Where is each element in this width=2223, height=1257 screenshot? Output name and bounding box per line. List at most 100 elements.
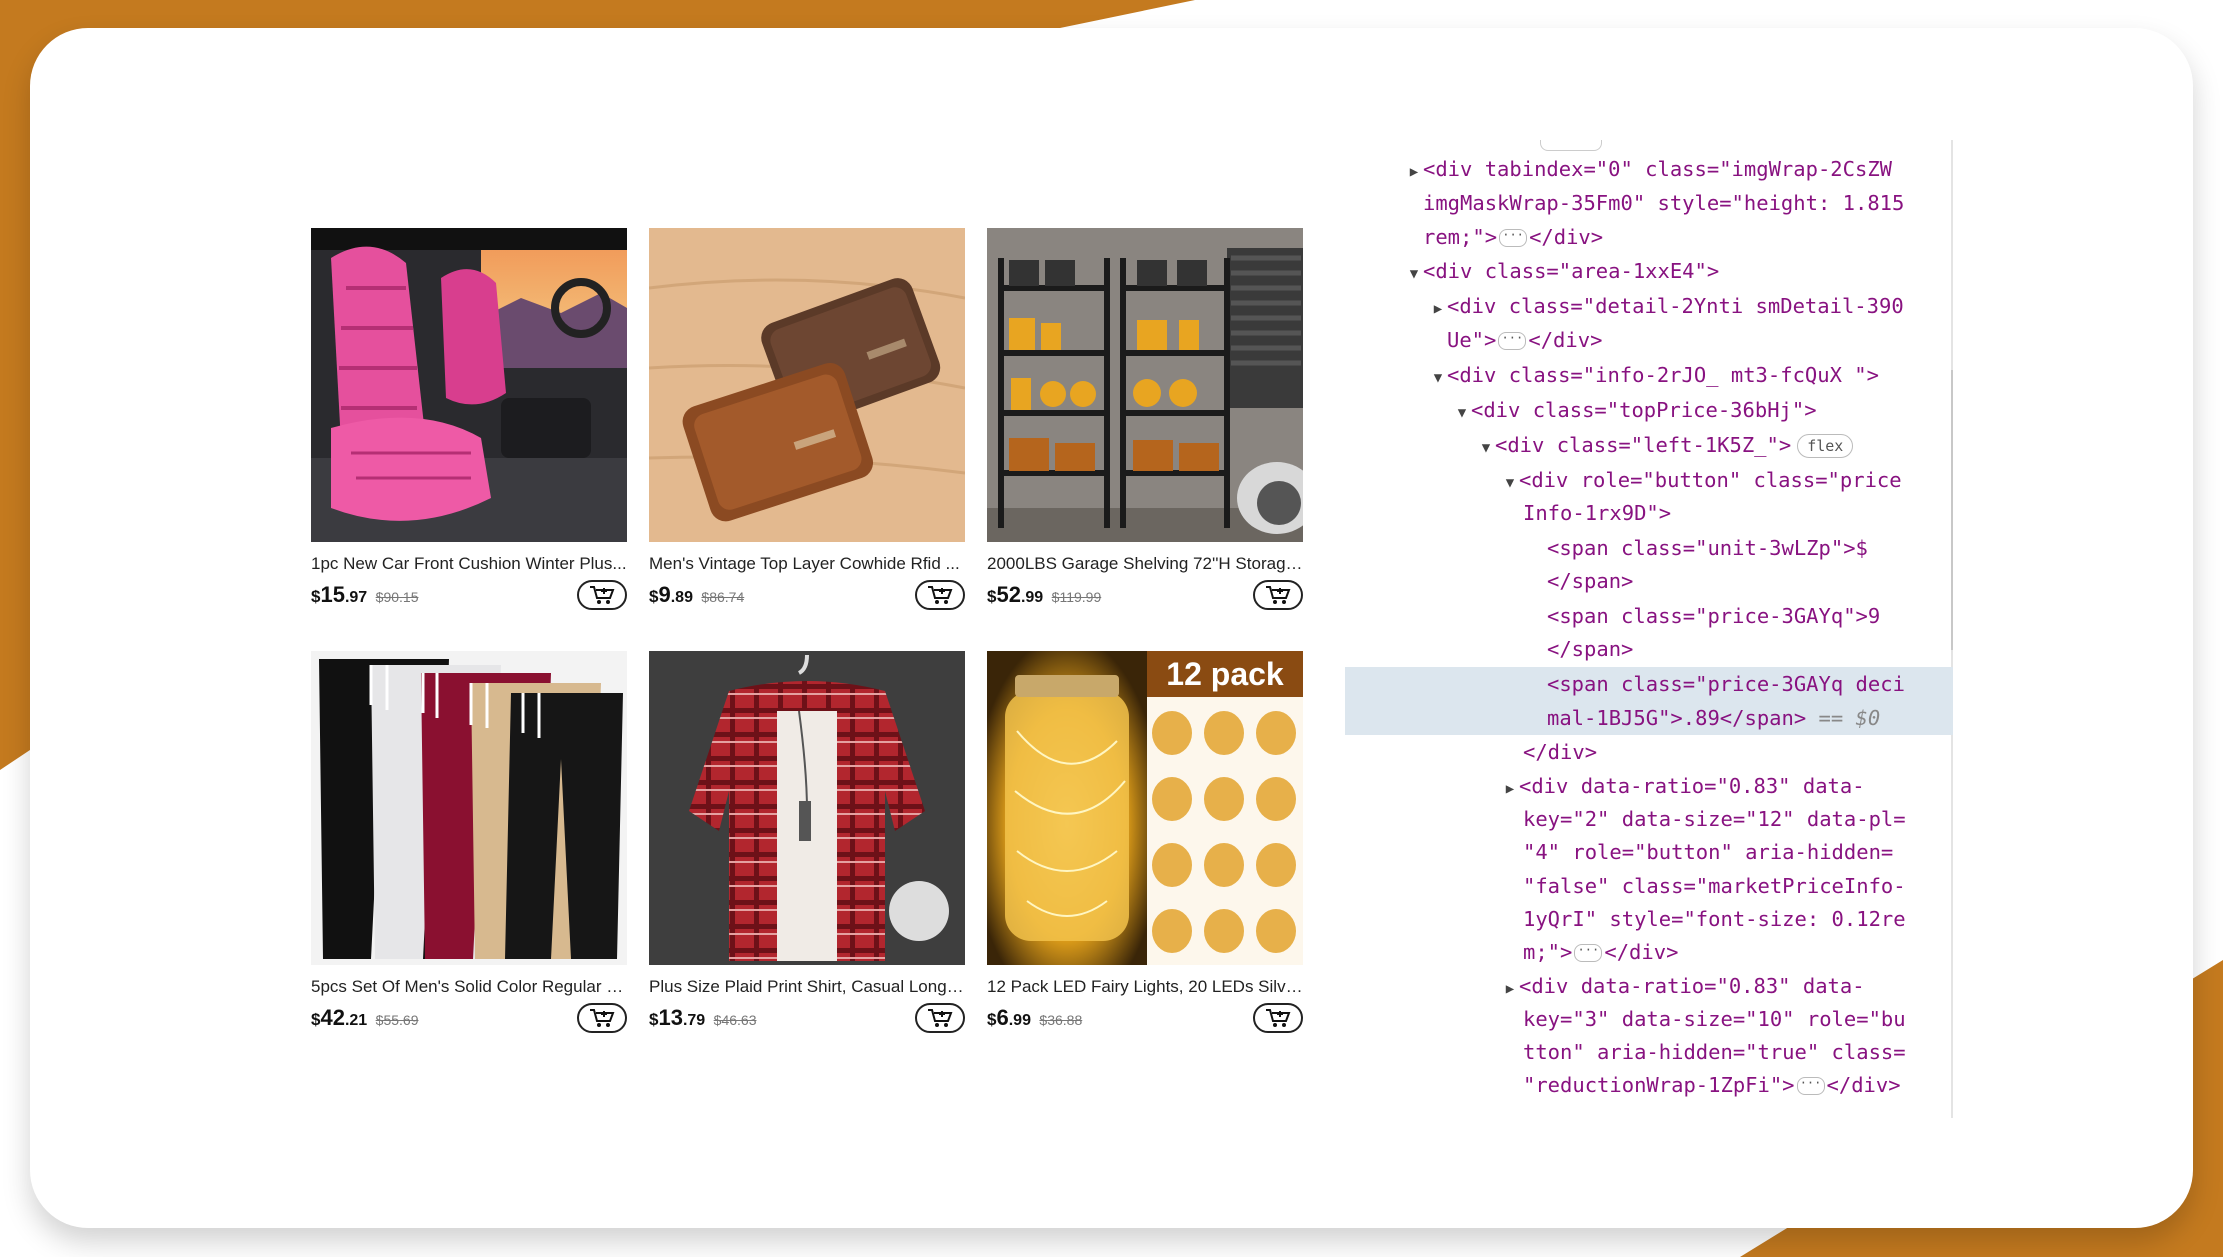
product-card[interactable]: Plus Size Plaid Print Shirt, Casual Long… <box>649 651 965 1033</box>
add-to-cart-button[interactable] <box>577 580 627 610</box>
product-title[interactable]: 12 Pack LED Fairy Lights, 20 LEDs Silver… <box>987 977 1303 997</box>
product-image-plaid-shirt[interactable] <box>649 651 965 965</box>
dom-node-line[interactable]: ▶ <div tabindex="0" class="imgWrap-2CsZW <box>1345 152 1953 186</box>
dom-node-text: </div> <box>1528 328 1603 352</box>
dom-node-line[interactable]: "4" role="button" aria-hidden= <box>1345 835 1953 869</box>
dom-node-line[interactable]: ▼ <div class="area-1xxE4"> <box>1345 254 1953 288</box>
dom-node-line[interactable]: ▶ <div data-ratio="0.83" data- <box>1345 969 1953 1003</box>
price-row: $52.99 $119.99 <box>987 580 1303 616</box>
dom-node-line[interactable]: </div> <box>1345 735 1953 769</box>
add-to-cart-button[interactable] <box>577 1003 627 1033</box>
cart-plus-icon <box>928 1009 953 1027</box>
dom-node-text: key="3" data-size="10" role="bu <box>1523 1007 1906 1031</box>
expand-arrow-icon[interactable]: ▶ <box>1405 155 1423 189</box>
expand-arrow-icon[interactable]: ▶ <box>1501 772 1519 806</box>
dom-node-line[interactable]: "reductionWrap-1ZpFi"> ··· </div> <box>1345 1068 1953 1102</box>
collapse-arrow-icon[interactable]: ▼ <box>1405 257 1423 291</box>
dom-node-text: <div data-ratio="0.83" data- <box>1519 774 1865 798</box>
dom-node-text: </span> <box>1547 637 1634 661</box>
collapse-arrow-icon[interactable]: ▼ <box>1501 466 1519 500</box>
ellipsis-icon[interactable]: ··· <box>1574 944 1603 962</box>
ellipsis-icon[interactable]: ··· <box>1498 332 1527 350</box>
dom-node-line[interactable]: ▶ <div class="detail-2Ynti smDetail-390 <box>1345 289 1953 323</box>
product-card[interactable]: 5pcs Set Of Men's Solid Color Regular F.… <box>311 651 627 1033</box>
product-title[interactable]: 5pcs Set Of Men's Solid Color Regular F.… <box>311 977 627 997</box>
original-price: $86.74 <box>701 589 745 605</box>
price-decimal: .79 <box>682 1012 706 1029</box>
price-row: $15.97 $90.15 <box>311 580 627 616</box>
dom-node-text: </div> <box>1529 225 1604 249</box>
price-decimal: .97 <box>344 589 368 606</box>
collapse-arrow-icon[interactable]: ▼ <box>1453 396 1471 430</box>
dom-node-line[interactable]: m;"> ··· </div> <box>1345 935 1953 969</box>
cart-plus-icon <box>1266 1009 1291 1027</box>
product-image-fairy-lights[interactable]: 12 pack <box>987 651 1303 965</box>
product-title[interactable]: 2000LBS Garage Shelving 72''H Storage... <box>987 554 1303 574</box>
dom-node-line-selected[interactable]: <span class="price-3GAYq deci <box>1345 667 1953 701</box>
dom-node-line[interactable]: ▼ <div class="topPrice-36bHj"> <box>1345 393 1953 427</box>
dom-node-line-selected[interactable]: mal-1BJ5G">.89</span> == $0 <box>1345 701 1953 735</box>
price-integer: 15 <box>320 582 345 607</box>
dom-node-line[interactable]: key="3" data-size="10" role="bu <box>1345 1002 1953 1036</box>
product-card[interactable]: Men's Vintage Top Layer Cowhide Rfid ...… <box>649 228 965 610</box>
dom-node-line[interactable]: tton" aria-hidden="true" class= <box>1345 1035 1953 1069</box>
dom-node-line[interactable]: <span class="price-3GAYq">9 <box>1345 599 1953 633</box>
price-integer: 9 <box>658 582 671 607</box>
dom-node-line[interactable]: ▶ <div data-ratio="0.83" data- <box>1345 769 1953 803</box>
collapse-arrow-icon[interactable]: ▼ <box>1429 361 1447 395</box>
product-card[interactable]: 1pc New Car Front Cushion Winter Plus...… <box>311 228 627 610</box>
dom-node-text: </div> <box>1826 1073 1901 1097</box>
product-title[interactable]: Plus Size Plaid Print Shirt, Casual Long… <box>649 977 965 997</box>
dom-node-line[interactable]: imgMaskWrap-35Fm0" style="height: 1.815 <box>1345 186 1953 220</box>
original-price: $90.15 <box>375 589 419 605</box>
price-row: $6.99 $36.88 <box>987 1003 1303 1039</box>
product-image-garage-shelving[interactable] <box>987 228 1303 542</box>
collapse-arrow-icon[interactable]: ▼ <box>1477 431 1495 465</box>
ellipsis-icon[interactable]: ··· <box>1796 1077 1825 1095</box>
dom-node-line[interactable]: </span> <box>1345 632 1953 666</box>
ellipsis-icon[interactable]: ··· <box>1499 229 1528 247</box>
dom-node-line[interactable]: key="2" data-size="12" data-pl= <box>1345 802 1953 836</box>
product-card[interactable]: 12 pack 12 Pack LED Fairy Lights, 20 LED… <box>987 651 1303 1033</box>
dom-node-line[interactable]: Ue"> ··· </div> <box>1345 323 1953 357</box>
dom-node-line[interactable]: Info-1rx9D"> <box>1345 496 1953 530</box>
cart-plus-icon <box>590 586 615 604</box>
original-price: $55.69 <box>375 1012 419 1028</box>
price-integer: 13 <box>658 1005 683 1030</box>
cart-plus-icon <box>590 1009 615 1027</box>
dom-node-text: Info-1rx9D"> <box>1523 501 1672 525</box>
dom-node-line[interactable]: </span> <box>1345 564 1953 598</box>
add-to-cart-button[interactable] <box>1253 1003 1303 1033</box>
expand-arrow-icon[interactable]: ▶ <box>1501 972 1519 1006</box>
dom-node-text: <div class="left-1K5Z_"> <box>1495 433 1792 457</box>
original-price: $36.88 <box>1039 1012 1083 1028</box>
dom-node-text: <div class="topPrice-36bHj"> <box>1471 398 1817 422</box>
product-card[interactable]: 2000LBS Garage Shelving 72''H Storage...… <box>987 228 1303 610</box>
pack-badge-text: 12 pack <box>1166 656 1284 692</box>
dom-node-line[interactable]: ▼ <div class="left-1K5Z_"> flex <box>1345 428 1953 462</box>
add-to-cart-button[interactable] <box>915 580 965 610</box>
original-price: $119.99 <box>1051 589 1102 605</box>
dom-node-line[interactable]: ▼ <div role="button" class="price <box>1345 463 1953 497</box>
flex-badge[interactable]: flex <box>1797 434 1854 458</box>
product-image-wallet[interactable] <box>649 228 965 542</box>
dom-node-text: <span class="price-3GAYq deci <box>1547 672 1905 696</box>
dom-node-text: <div class="detail-2Ynti smDetail-390 <box>1447 294 1904 318</box>
dom-node-line[interactable]: <span class="unit-3wLZp">$ <box>1345 531 1953 565</box>
dom-node-line[interactable]: ▼ <div class="info-2rJO_ mt3-fcQuX "> <box>1345 358 1953 392</box>
add-to-cart-button[interactable] <box>1253 580 1303 610</box>
expand-arrow-icon[interactable]: ▶ <box>1429 292 1447 326</box>
product-title[interactable]: Men's Vintage Top Layer Cowhide Rfid ... <box>649 554 965 574</box>
price-decimal: .99 <box>1020 589 1044 606</box>
dom-node-text: </div> <box>1604 940 1679 964</box>
dom-node-line[interactable]: rem;"> ··· </div> <box>1345 220 1953 254</box>
devtools-elements-panel[interactable]: ▶ <div tabindex="0" class="imgWrap-2CsZW … <box>1345 140 1953 1118</box>
dom-node-line[interactable]: "false" class="marketPriceInfo- <box>1345 869 1953 903</box>
product-image-pants[interactable] <box>311 651 627 965</box>
dom-node-line[interactable]: 1yQrI" style="font-size: 0.12re <box>1345 902 1953 936</box>
add-to-cart-button[interactable] <box>915 1003 965 1033</box>
product-image-car-cushion[interactable] <box>311 228 627 542</box>
price-row: $42.21 $55.69 <box>311 1003 627 1039</box>
price-integer: 6 <box>996 1005 1009 1030</box>
product-title[interactable]: 1pc New Car Front Cushion Winter Plus... <box>311 554 627 574</box>
